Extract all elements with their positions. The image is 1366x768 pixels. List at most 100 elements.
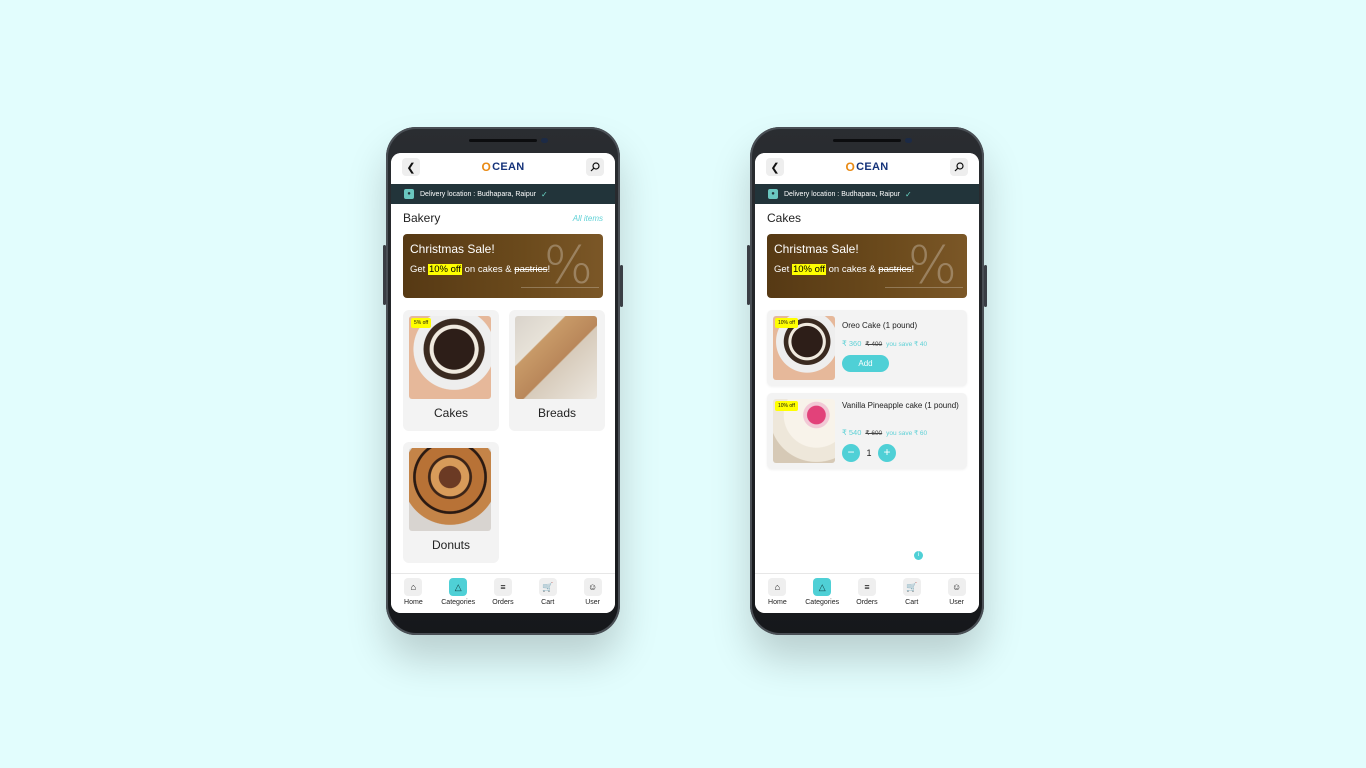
category-card-cakes[interactable]: 5% off Cakes: [403, 310, 499, 431]
bottom-navigation: ⌂ Home △ Categories ≡ Orders 🛒 Cart ☺ Us…: [391, 573, 615, 613]
discount-highlight: 10% off: [427, 264, 462, 275]
banner-divider: [521, 287, 599, 288]
search-button[interactable]: [950, 158, 968, 176]
product-name: Oreo Cake (1 pound): [842, 321, 918, 330]
quantity-stepper: − 1 +: [842, 444, 896, 462]
category-label: Donuts: [431, 538, 471, 552]
delivery-location-text: Delivery location : Budhapara, Raipur: [784, 190, 900, 198]
speaker-grille: [833, 139, 901, 142]
banner-title: Christmas Sale!: [774, 242, 859, 256]
phone-left: ❮ O CEAN ● Delivery location : Budhapara,…: [383, 127, 623, 635]
power-button: [620, 265, 623, 307]
banner-title: Christmas Sale!: [410, 242, 495, 256]
location-pin-icon: ●: [768, 189, 778, 199]
cakes-image: 5% off: [409, 316, 491, 399]
search-icon: [954, 162, 964, 172]
app-logo: O CEAN: [481, 160, 525, 174]
info-icon[interactable]: i: [914, 551, 923, 560]
product-name: Vanilla Pineapple cake (1 pound): [842, 401, 959, 410]
app-logo: O CEAN: [845, 160, 889, 174]
front-camera: [905, 138, 912, 143]
home-icon: ⌂: [404, 578, 423, 596]
nav-orders[interactable]: ≡ Orders: [483, 578, 523, 606]
delivery-location-text: Delivery location : Budhapara, Raipur: [420, 190, 536, 198]
check-icon: ✓: [540, 189, 548, 199]
screen-cakes: ❮ O CEAN ● Delivery location : Budhapara,…: [755, 153, 979, 613]
top-bar: ❮ O CEAN: [391, 153, 615, 184]
cart-icon: 🛒: [538, 578, 557, 596]
speaker-grille: [469, 139, 537, 142]
categories-icon: △: [813, 578, 832, 596]
vanilla-cake-image: 10% off: [773, 399, 835, 463]
front-camera: [541, 138, 548, 143]
page-title: Cakes: [767, 211, 802, 225]
nav-home[interactable]: ⌂ Home: [757, 578, 797, 606]
power-button: [984, 265, 987, 307]
current-price: ₹ 360: [842, 339, 862, 348]
screen-bakery: ❮ O CEAN ● Delivery location : Budhapara,…: [391, 153, 615, 613]
price-row: ₹ 540 ₹ 600 you save ₹ 60: [842, 428, 927, 437]
donuts-image: [409, 448, 491, 531]
cart-icon: 🛒: [902, 578, 921, 596]
all-items-link[interactable]: All items: [573, 214, 603, 223]
discount-badge: 5% off: [411, 318, 432, 328]
decrease-quantity-button[interactable]: −: [842, 444, 860, 462]
breads-image: [515, 316, 597, 399]
savings-text: you save ₹ 60: [886, 430, 928, 437]
back-button[interactable]: ❮: [402, 158, 420, 176]
categories-icon: △: [449, 578, 468, 596]
nav-user[interactable]: ☺ User: [573, 578, 613, 606]
product-card-vanilla-pineapple-cake: 10% off Vanilla Pineapple cake (1 pound)…: [767, 393, 967, 469]
chevron-left-icon: ❮: [770, 161, 780, 174]
phone-right: ❮ O CEAN ● Delivery location : Budhapara,…: [747, 127, 987, 635]
nav-categories[interactable]: △ Categories: [438, 578, 478, 606]
nav-categories[interactable]: △ Categories: [802, 578, 842, 606]
savings-text: you save ₹ 40: [886, 341, 928, 348]
sale-banner[interactable]: Christmas Sale! Get 10% off on cakes & p…: [403, 234, 603, 298]
search-icon: [590, 162, 600, 172]
discount-highlight: 10% off: [791, 264, 826, 275]
chevron-left-icon: ❮: [406, 161, 416, 174]
nav-user[interactable]: ☺ User: [937, 578, 977, 606]
discount-badge: 10% off: [775, 401, 798, 411]
nav-cart[interactable]: 🛒 Cart: [528, 578, 568, 606]
bottom-navigation: ⌂ Home △ Categories ≡ Orders 🛒 Cart ☺ Us…: [755, 573, 979, 613]
category-label: Breads: [537, 406, 577, 420]
user-icon: ☺: [947, 578, 966, 596]
delivery-location-bar[interactable]: ● Delivery location : Budhapara, Raipur …: [391, 184, 615, 204]
volume-button: [747, 245, 750, 305]
home-icon: ⌂: [768, 578, 787, 596]
category-card-breads[interactable]: Breads: [509, 310, 605, 431]
original-price: ₹ 400: [865, 341, 883, 348]
check-icon: ✓: [904, 189, 912, 199]
location-pin-icon: ●: [404, 189, 414, 199]
top-bar: ❮ O CEAN: [755, 153, 979, 184]
delivery-location-bar[interactable]: ● Delivery location : Budhapara, Raipur …: [755, 184, 979, 204]
category-label: Cakes: [433, 406, 468, 420]
oreo-cake-image: 10% off: [773, 316, 835, 380]
original-price: ₹ 600: [865, 430, 883, 437]
product-card-oreo-cake: 10% off Oreo Cake (1 pound) ₹ 360 ₹ 400 …: [767, 310, 967, 386]
section-header: Bakery All items: [391, 204, 615, 232]
user-icon: ☺: [583, 578, 602, 596]
search-button[interactable]: [586, 158, 604, 176]
page-title: Bakery: [403, 211, 441, 225]
add-to-cart-button[interactable]: Add: [842, 355, 889, 372]
banner-divider: [885, 287, 963, 288]
price-row: ₹ 360 ₹ 400 you save ₹ 40: [842, 339, 927, 348]
orders-icon: ≡: [857, 578, 876, 596]
back-button[interactable]: ❮: [766, 158, 784, 176]
orders-icon: ≡: [493, 578, 512, 596]
discount-badge: 10% off: [775, 318, 798, 328]
nav-orders[interactable]: ≡ Orders: [847, 578, 887, 606]
volume-button: [383, 245, 386, 305]
increase-quantity-button[interactable]: +: [878, 444, 896, 462]
category-card-donuts[interactable]: Donuts: [403, 442, 499, 563]
nav-home[interactable]: ⌂ Home: [393, 578, 433, 606]
sale-banner[interactable]: Christmas Sale! Get 10% off on cakes & p…: [767, 234, 967, 298]
current-price: ₹ 540: [842, 428, 862, 437]
nav-cart[interactable]: 🛒 Cart: [892, 578, 932, 606]
banner-subtitle: Get 10% off on cakes & pastries!: [774, 264, 915, 275]
section-header: Cakes: [755, 204, 979, 232]
banner-subtitle: Get 10% off on cakes & pastries!: [410, 264, 551, 275]
